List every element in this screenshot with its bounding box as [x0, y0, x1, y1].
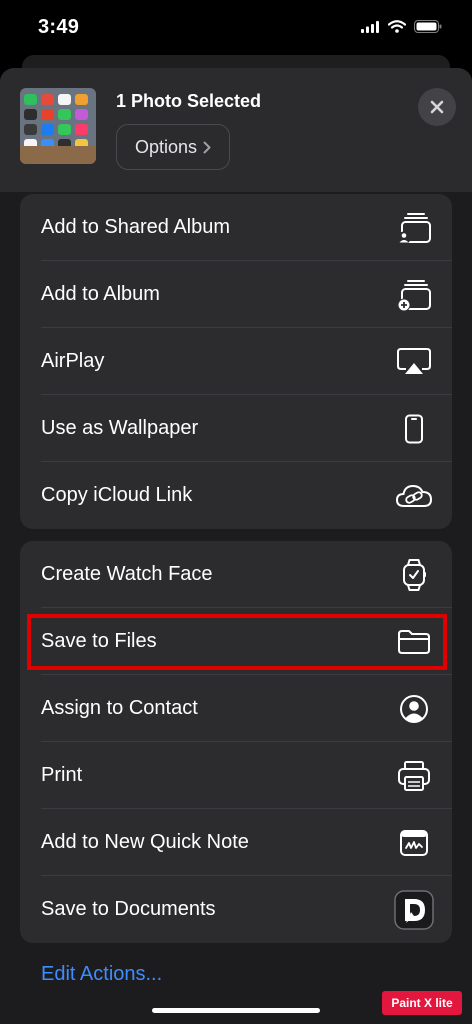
selection-title: 1 Photo Selected — [116, 91, 262, 111]
phone-icon — [394, 409, 434, 449]
action-label: Assign to Contact — [41, 697, 198, 719]
action-label: Save to Documents — [41, 898, 216, 920]
home-indicator[interactable] — [152, 1008, 320, 1013]
action-label: Add to Shared Album — [41, 216, 231, 238]
action-add-to-shared-album[interactable]: Add to Shared Album — [20, 194, 452, 261]
action-airplay[interactable]: AirPlay — [20, 328, 452, 395]
status-icons — [361, 20, 442, 33]
shared-album-icon — [394, 208, 434, 248]
share-sheet: 1 Photo Selected Options Add to Shared A… — [0, 68, 472, 1024]
action-save-to-documents[interactable]: Save to Documents — [20, 876, 452, 943]
action-label: Add to New Quick Note — [41, 831, 249, 853]
action-label: Create Watch Face — [41, 563, 213, 585]
wifi-icon — [388, 20, 406, 33]
printer-icon — [394, 756, 434, 796]
watermark-badge: Paint X lite — [382, 991, 462, 1015]
action-print[interactable]: Print — [20, 742, 452, 809]
options-label: Options — [134, 136, 198, 157]
action-label: Print — [41, 764, 83, 786]
photo-thumbnail — [20, 88, 96, 164]
close-button[interactable] — [418, 88, 456, 126]
close-icon — [430, 100, 444, 114]
cellular-signal-icon — [361, 20, 379, 33]
watch-icon — [394, 555, 434, 595]
options-button[interactable]: Options — [116, 124, 230, 170]
quick-note-icon — [394, 823, 434, 863]
action-label: AirPlay — [41, 350, 105, 372]
action-assign-to-contact[interactable]: Assign to Contact — [20, 675, 452, 742]
cloud-link-icon — [394, 476, 434, 516]
action-create-watch-face[interactable]: Create Watch Face — [20, 541, 452, 608]
battery-icon — [414, 20, 442, 33]
highlight-box — [27, 614, 447, 670]
actions-group-2: Create Watch Face Save to Files Assign t… — [20, 541, 452, 943]
share-sheet-header: 1 Photo Selected Options — [0, 68, 472, 192]
contact-icon — [394, 689, 434, 729]
action-use-as-wallpaper[interactable]: Use as Wallpaper — [20, 395, 452, 462]
action-add-to-new-quick-note[interactable]: Add to New Quick Note — [20, 809, 452, 876]
chevron-right-icon — [203, 141, 211, 153]
actions-group-1: Add to Shared Album Add to Album AirPlay… — [20, 194, 452, 529]
status-bar: 3:49 — [0, 0, 472, 56]
action-label: Use as Wallpaper — [41, 417, 199, 439]
action-label: Add to Album — [41, 283, 160, 305]
documents-app-icon — [394, 889, 434, 930]
add-album-icon — [394, 275, 434, 315]
action-add-to-album[interactable]: Add to Album — [20, 261, 452, 328]
status-time: 3:49 — [38, 16, 80, 38]
airplay-icon — [394, 342, 434, 382]
action-copy-icloud-link[interactable]: Copy iCloud Link — [20, 462, 452, 529]
action-label: Copy iCloud Link — [41, 484, 193, 506]
edit-actions-link[interactable]: Edit Actions... — [41, 963, 162, 986]
